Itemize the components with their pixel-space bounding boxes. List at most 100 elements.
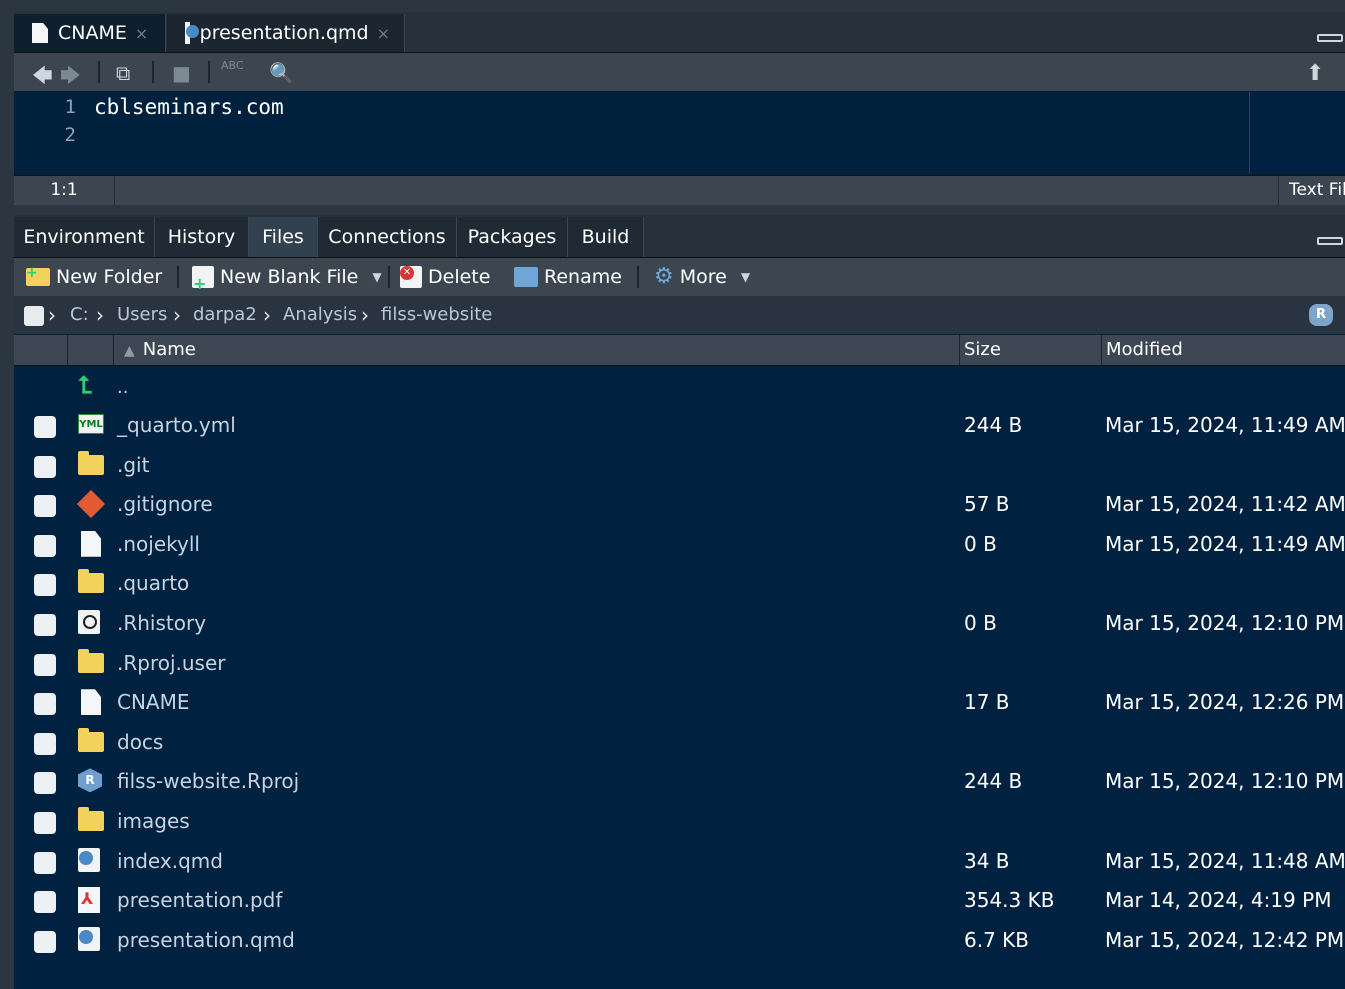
tab-presentation-qmd[interactable]: presentation.qmd × [167,14,405,52]
tab-history[interactable]: History [155,217,249,257]
minimize-pane-icon[interactable] [1317,34,1343,42]
file-row[interactable]: .git [14,446,1345,486]
file-row[interactable]: .quarto [14,564,1345,604]
breadcrumb-item[interactable]: Users [117,296,167,334]
file-name-link[interactable]: .Rhistory [117,604,206,643]
file-name-link[interactable]: docs [117,723,163,762]
row-checkbox[interactable] [34,574,56,597]
breadcrumb: › C: › Users › darpa2 › Analysis › filss… [14,296,1345,334]
tab-files[interactable]: Files [249,217,318,257]
file-row[interactable]: images [14,802,1345,842]
file-size: 0 B [964,531,997,556]
minimize-pane-icon[interactable] [1317,237,1343,245]
file-name-link[interactable]: .git [117,446,149,485]
header-size[interactable]: Size [959,335,1101,365]
file-row[interactable]: index.qmd 34 B Mar 15, 2024, 11:48 AM [14,842,1345,882]
search-icon[interactable]: 🔍 [269,61,294,85]
tab-packages[interactable]: Packages [457,217,568,257]
header-modified[interactable]: Modified [1101,335,1345,365]
file-name-link[interactable]: CNAME [117,683,190,722]
more-button[interactable]: ⚙ More ▼ [654,258,750,296]
row-checkbox[interactable] [34,812,56,834]
row-checkbox[interactable] [34,455,56,478]
file-list-header: ▲ Name Size Modified [14,335,1345,366]
file-row[interactable]: presentation.qmd 6.7 KB Mar 15, 2024, 12:4… [14,921,1345,961]
tab-cname[interactable]: CNAME × [14,14,166,52]
spellcheck-icon[interactable]: ABC [221,59,244,72]
file-row[interactable]: YML _quarto.yml 244 B Mar 15, 2024, 11:49 A… [14,406,1345,446]
file-row[interactable]: .Rproj.user [14,644,1345,684]
code-line[interactable]: cblseminars.com [94,92,284,122]
delete-label: Delete [428,266,491,288]
file-row[interactable]: .nojekyll 0 B Mar 15, 2024, 11:49 AM [14,525,1345,565]
tab-build[interactable]: Build [568,217,644,257]
tab-environment[interactable]: Environment [14,217,155,257]
row-checkbox[interactable] [34,614,56,636]
rename-button[interactable]: Rename [514,258,622,296]
folder-icon [78,450,104,478]
file-size: 34 B [964,848,1010,873]
back-arrow-icon[interactable]: 🡄 [32,61,53,95]
folder-icon [78,727,104,755]
row-checkbox[interactable] [34,732,56,755]
folder-icon [78,807,104,834]
show-in-window-icon[interactable]: ⧉ [116,61,130,85]
delete-button[interactable]: ✕ Delete [400,258,490,296]
file-row[interactable]: docs [14,723,1345,763]
parent-directory-row[interactable]: ⮤ .. [14,366,1345,406]
cursor-position[interactable]: 1:1 [14,176,115,205]
file-row[interactable]: CNAME 17 B Mar 15, 2024, 12:26 PM [14,683,1345,723]
file-name-link[interactable]: images [117,802,190,841]
file-modified: Mar 15, 2024, 11:49 AM [1105,531,1345,556]
save-icon[interactable]: ■ [172,61,191,85]
row-checkbox[interactable] [34,693,56,716]
folder-icon [78,569,104,596]
file-row[interactable]: .Rhistory 0 B Mar 15, 2024, 12:10 PM [14,604,1345,644]
file-name-link[interactable]: filss-website.Rproj [117,762,299,801]
forward-arrow-icon[interactable]: 🡆 [60,61,81,95]
breadcrumb-item[interactable]: Analysis [283,296,357,334]
file-name-link[interactable]: presentation.pdf [117,881,282,920]
new-folder-button[interactable]: + New Folder [26,258,162,296]
project-home-icon[interactable]: R [1309,304,1333,326]
new-blank-file-button[interactable]: + New Blank File ▼ [192,258,382,296]
file-name-link[interactable]: .quarto [117,564,189,603]
select-all-checkbox[interactable] [24,306,44,326]
row-checkbox[interactable] [34,534,56,557]
file-size: 0 B [964,611,997,635]
file-row[interactable]: Rfilss-website.Rproj 244 B Mar 15, 2024, 1… [14,762,1345,802]
file-row[interactable]: .gitignore 57 B Mar 15, 2024, 11:42 AM [14,485,1345,525]
row-checkbox[interactable] [34,495,56,518]
breadcrumb-item[interactable]: filss-website [381,296,492,334]
row-checkbox[interactable] [34,772,56,795]
row-checkbox[interactable] [34,653,56,676]
file-row[interactable]: presentation.pdf 354.3 KB Mar 14, 2024, 4:… [14,881,1345,921]
close-icon[interactable]: × [135,24,148,43]
chevron-right-icon: › [361,303,369,327]
toolbar-divider [208,61,210,83]
parent-directory-link[interactable]: .. [117,366,128,410]
up-arrow-icon: ⮤ [78,371,93,399]
row-checkbox[interactable] [34,930,56,953]
file-name-link[interactable]: presentation.qmd [117,921,295,960]
code-area[interactable]: 1 2 cblseminars.com [14,92,1249,174]
file-modified: Mar 15, 2024, 11:42 AM [1105,492,1345,517]
file-name-link[interactable]: .Rproj.user [117,644,226,683]
row-checkbox[interactable] [34,851,56,874]
file-name-link[interactable]: .nojekyll [117,525,200,564]
chevron-right-icon: › [48,303,56,327]
close-icon[interactable]: × [377,24,390,43]
breadcrumb-item[interactable]: C: [70,296,89,334]
file-name-link[interactable]: .gitignore [117,485,213,524]
file-type-indicator[interactable]: Text File [1278,176,1345,205]
source-upload-arrow-icon[interactable]: ⬆ [1306,61,1324,86]
row-checkbox[interactable] [34,416,56,438]
chevron-right-icon: › [96,303,104,327]
breadcrumb-item[interactable]: darpa2 [193,296,257,334]
tab-connections[interactable]: Connections [318,217,457,257]
header-name[interactable]: ▲ Name [113,335,959,365]
file-name-link[interactable]: _quarto.yml [117,406,236,445]
row-checkbox[interactable] [34,891,56,914]
file-name-link[interactable]: index.qmd [117,842,223,881]
file-icon [78,530,104,557]
